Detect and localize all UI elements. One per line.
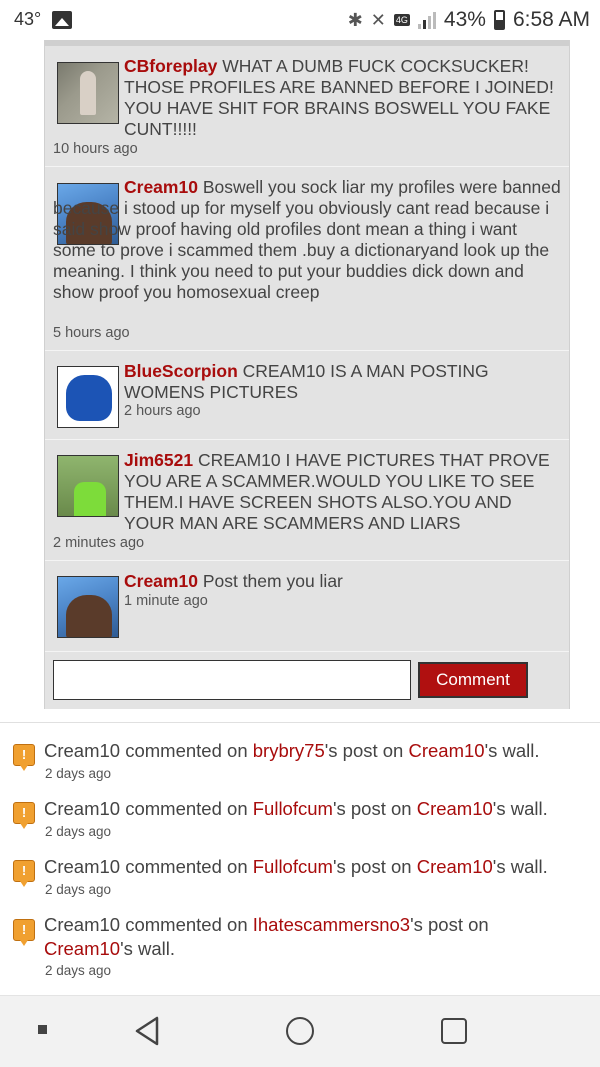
status-bar-right: ✱ ✕ 4G 43% 6:58 AM (348, 6, 590, 34)
activity-mid: 's post on (332, 856, 417, 877)
activity-end: 's wall. (484, 740, 540, 761)
comment-notification-icon: ! (13, 744, 35, 771)
status-bar: 43° ✱ ✕ 4G 43% 6:58 AM (0, 0, 600, 40)
activity-post-owner-link[interactable]: Ihatescammersno3 (253, 914, 410, 935)
activity-verb: commented on (120, 740, 253, 761)
battery-icon (493, 10, 505, 30)
activity-post-owner-link[interactable]: Fullofcum (253, 856, 333, 877)
recent-apps-square-icon[interactable] (441, 1018, 467, 1044)
comment-text: BlueScorpion CREAM10 IS A MAN POSTING WO… (124, 361, 554, 403)
activity-time: 2 days ago (45, 824, 112, 839)
signal-icon (417, 11, 436, 29)
comment-item: Jim6521 CREAM10 I HAVE PICTURES THAT PRO… (45, 440, 569, 561)
comment-item: BlueScorpion CREAM10 IS A MAN POSTING WO… (45, 351, 569, 440)
comment-item: Cream10 Post them you liar 1 minute ago (45, 561, 569, 652)
comment-username[interactable]: BlueScorpion (124, 361, 238, 381)
comment-time: 1 minute ago (124, 593, 208, 609)
nav-dot-icon[interactable] (38, 1025, 47, 1034)
gallery-icon (52, 11, 72, 29)
activity-item: ! Cream10 commented on Fullofcum's post … (0, 795, 600, 853)
home-circle-icon[interactable] (286, 1017, 314, 1045)
activity-actor: Cream10 (44, 798, 121, 819)
activity-verb: commented on (120, 798, 253, 819)
comment-form: Comment (45, 652, 569, 709)
activity-time: 2 days ago (45, 882, 112, 897)
comments-panel: CBforeplay WHAT A DUMB FUCK COCKSUCKER! … (44, 40, 570, 709)
activity-end: 's wall. (120, 938, 176, 959)
activity-verb: commented on (120, 856, 253, 877)
activity-post-owner-link[interactable]: brybry75 (253, 740, 325, 761)
activity-time: 2 days ago (45, 766, 112, 781)
activity-text: Cream10 commented on brybry75's post on … (44, 739, 600, 763)
activity-time: 2 days ago (45, 963, 112, 978)
activity-end: 's wall. (492, 798, 548, 819)
bluetooth-icon: ✱ (347, 9, 363, 30)
activity-mid: 's post on (324, 740, 409, 761)
comment-text: Cream10 Post them you liar (124, 571, 554, 592)
comment-text: Cream10 Boswell you sock liar my profile… (53, 177, 563, 303)
comment-item: Cream10 Boswell you sock liar my profile… (45, 167, 569, 351)
section-divider (0, 722, 600, 723)
comment-username[interactable]: CBforeplay (124, 56, 217, 76)
navigation-bar (0, 995, 600, 1067)
comment-time: 2 minutes ago (53, 535, 145, 551)
activity-item: ! Cream10 commented on Ihatescammersno3'… (0, 911, 600, 991)
temperature-text: 43° (14, 9, 42, 29)
activity-mid: 's post on (332, 798, 417, 819)
mute-icon: ✕ (370, 9, 386, 30)
activity-item: ! Cream10 commented on Fullofcum's post … (0, 853, 600, 911)
activity-end: 's wall. (492, 856, 548, 877)
activity-text: Cream10 commented on Fullofcum's post on… (44, 855, 600, 879)
battery-percent: 43% (443, 8, 486, 31)
comment-time: 5 hours ago (53, 325, 130, 341)
comment-username[interactable]: Jim6521 (124, 450, 193, 470)
activity-actor: Cream10 (44, 914, 121, 935)
activity-actor: Cream10 (44, 740, 121, 761)
activity-actor: Cream10 (44, 856, 121, 877)
clock-time: 6:58 AM (512, 8, 590, 31)
comment-notification-icon: ! (13, 860, 35, 887)
network-type-badge: 4G (393, 14, 410, 26)
comment-button[interactable]: Comment (418, 662, 528, 698)
avatar[interactable] (57, 366, 119, 428)
comment-time: 10 hours ago (53, 141, 138, 157)
activity-mid: 's post on (410, 914, 489, 935)
comment-item: CBforeplay WHAT A DUMB FUCK COCKSUCKER! … (45, 46, 569, 167)
avatar[interactable] (57, 62, 119, 124)
activity-wall-owner-link[interactable]: Cream10 (44, 938, 120, 959)
comment-text: CBforeplay WHAT A DUMB FUCK COCKSUCKER! … (124, 56, 554, 140)
activity-text: Cream10 commented on Ihatescammersno3's … (44, 913, 564, 961)
comment-username[interactable]: Cream10 (124, 177, 198, 197)
comment-notification-icon: ! (13, 919, 35, 946)
activity-text: Cream10 commented on Fullofcum's post on… (44, 797, 600, 821)
activity-item: ! Cream10 commented on brybry75's post o… (0, 737, 600, 795)
comment-body: Post them you liar (197, 571, 343, 591)
comment-username[interactable]: Cream10 (124, 571, 198, 591)
activity-wall-owner-link[interactable]: Cream10 (417, 798, 493, 819)
avatar[interactable] (57, 576, 119, 638)
back-triangle-icon[interactable] (134, 1016, 160, 1046)
avatar[interactable] (57, 455, 119, 517)
comment-text: Jim6521 CREAM10 I HAVE PICTURES THAT PRO… (124, 450, 564, 534)
activity-wall-owner-link[interactable]: Cream10 (417, 856, 493, 877)
activity-post-owner-link[interactable]: Fullofcum (253, 798, 333, 819)
comment-notification-icon: ! (13, 802, 35, 829)
comment-time: 2 hours ago (124, 403, 201, 419)
comment-input[interactable] (53, 660, 411, 700)
activity-wall-owner-link[interactable]: Cream10 (408, 740, 484, 761)
activity-verb: commented on (120, 914, 253, 935)
